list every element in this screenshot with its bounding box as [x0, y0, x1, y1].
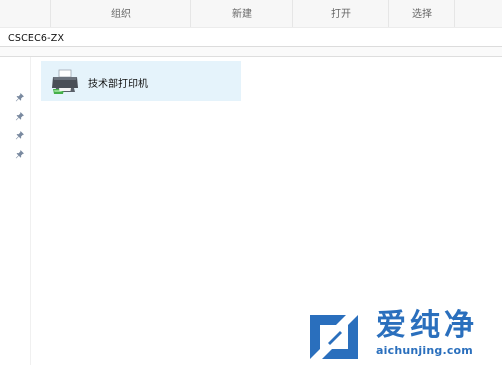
pin-icon[interactable] — [15, 92, 25, 102]
printer-item[interactable]: 技术部打印机 — [41, 61, 241, 101]
pin-icon[interactable] — [15, 149, 25, 159]
column-header-strip — [0, 47, 502, 57]
ribbon-group-new: 新建 — [190, 0, 293, 27]
brand-url: aichunjing.com — [376, 344, 473, 357]
address-path[interactable]: CSCEC6-ZX — [8, 33, 64, 44]
printer-name: 技术部打印机 — [88, 79, 148, 90]
pin-icon[interactable] — [15, 130, 25, 140]
watermark: 爱纯净 aichunjing.com — [306, 308, 502, 365]
explorer-window: 组织 新建 打开 选择 CSCEC6-ZX 技术部打印机 爱纯净 aichunj… — [0, 0, 502, 365]
navigation-pane — [0, 57, 31, 365]
ribbon-group-extra — [454, 0, 502, 27]
pin-icon[interactable] — [15, 111, 25, 121]
ribbon-group-labels: 组织 新建 打开 选择 — [0, 0, 502, 28]
ribbon-group-clipboard — [0, 0, 50, 27]
brand-name: 爱纯净 — [376, 308, 478, 343]
printer-icon — [52, 69, 78, 94]
address-bar[interactable]: CSCEC6-ZX — [0, 28, 502, 47]
ribbon-group-select: 选择 — [388, 0, 455, 27]
ribbon-group-organize: 组织 — [50, 0, 191, 27]
brand-logo-icon — [310, 315, 358, 359]
ribbon-group-open: 打开 — [292, 0, 389, 27]
